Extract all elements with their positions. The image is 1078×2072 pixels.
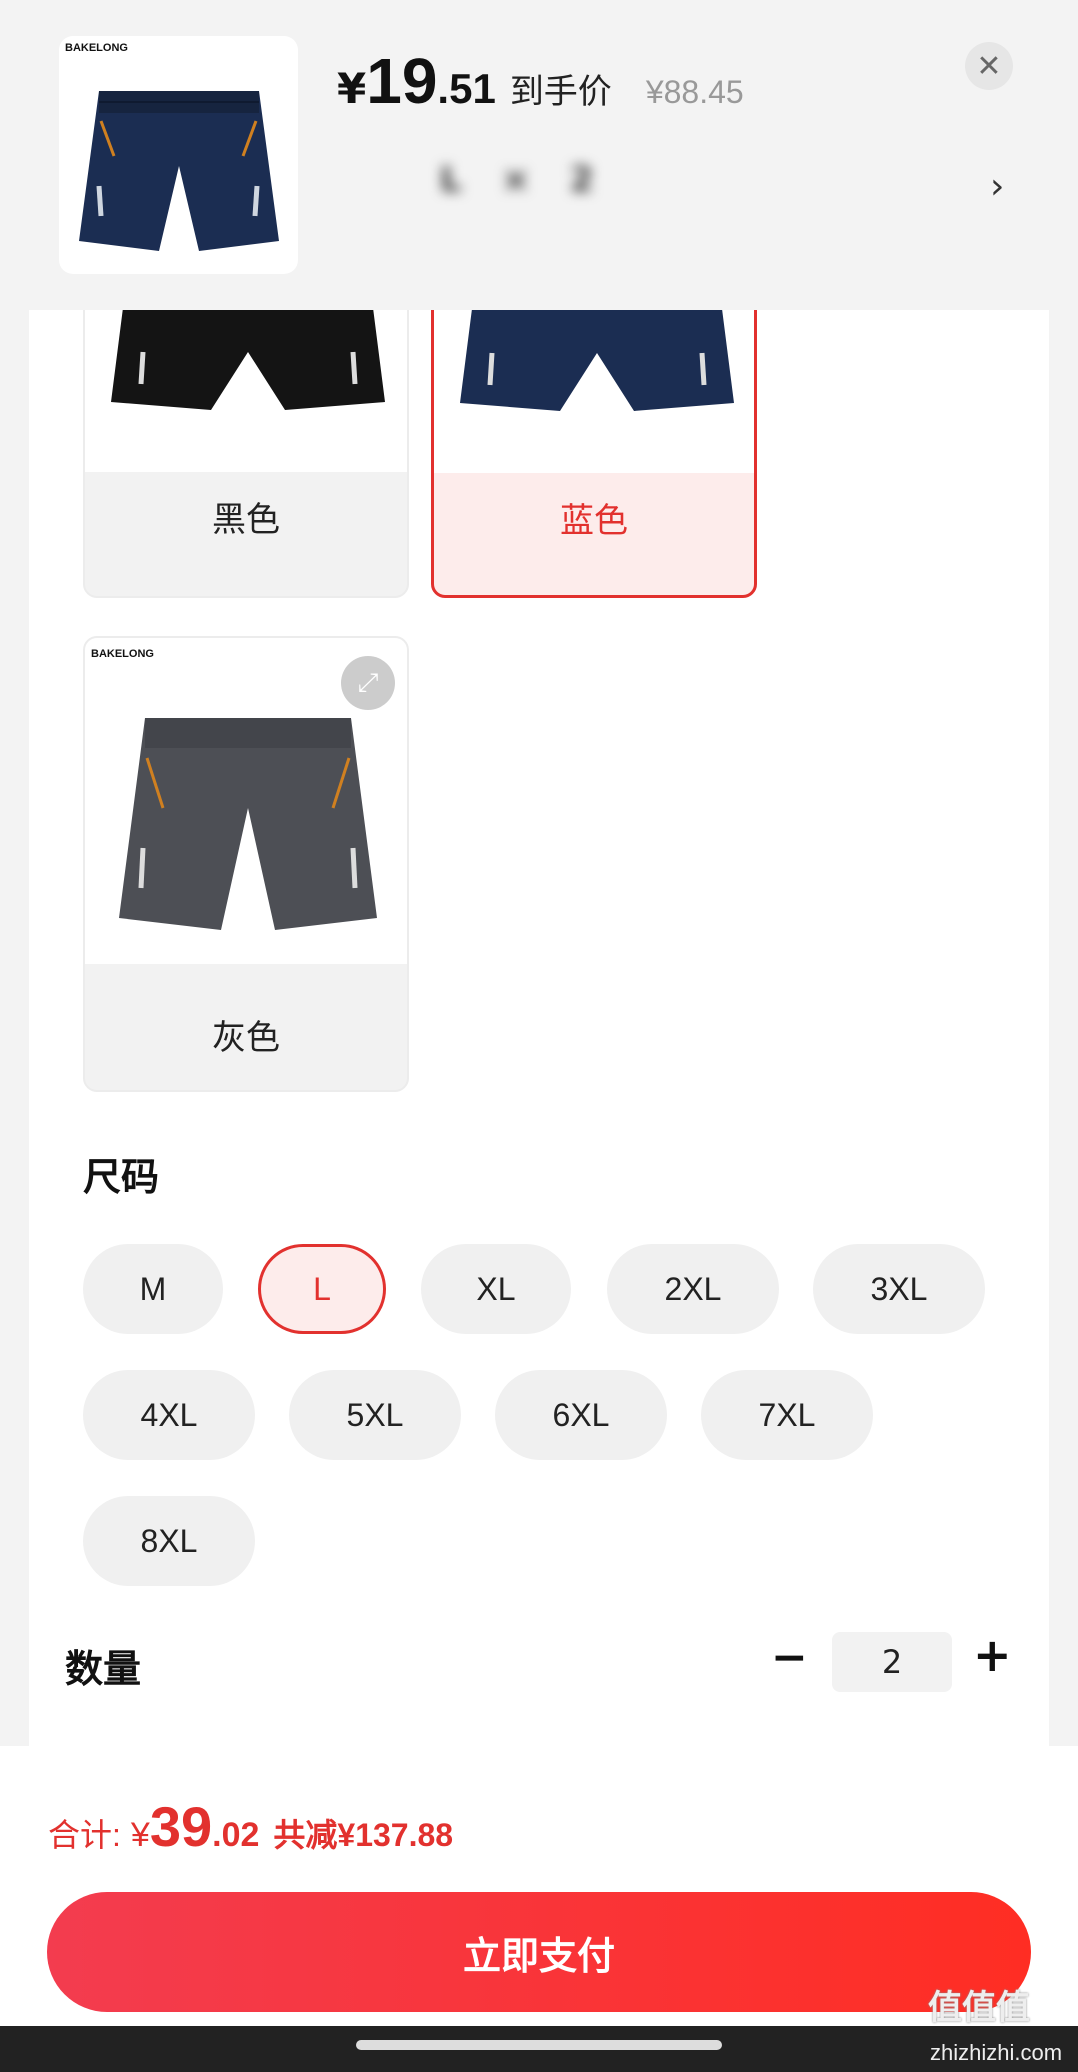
watermark: 值值值 bbox=[928, 1988, 1030, 2028]
product-thumbnail[interactable]: BAKELONG bbox=[59, 36, 298, 274]
price-integer: 19 bbox=[366, 45, 438, 117]
size-option-4xl[interactable]: 4XL bbox=[83, 1370, 255, 1460]
color-option-blue[interactable]: 蓝色 bbox=[431, 310, 757, 598]
color-option-image bbox=[85, 310, 407, 472]
size-section-title: 尺码 bbox=[83, 1155, 160, 1199]
original-price: ¥88.45 bbox=[645, 74, 744, 110]
color-option-image bbox=[434, 310, 754, 473]
quantity-title: 数量 bbox=[65, 1647, 142, 1691]
size-option-xl[interactable]: XL bbox=[421, 1244, 571, 1334]
total-currency: ¥ bbox=[130, 1816, 150, 1854]
price-row: ¥19.51 到手价 ¥88.45 bbox=[337, 44, 744, 124]
size-option-3xl[interactable]: 3XL bbox=[813, 1244, 985, 1334]
color-option-gray[interactable]: BAKELONG ⤢ 灰色 bbox=[83, 636, 409, 1092]
total-row: 合计: ¥39.02 共减¥137.88 bbox=[48, 1794, 453, 1859]
expand-icon[interactable]: ⤢ bbox=[341, 656, 395, 710]
price-decimal: .51 bbox=[437, 65, 496, 112]
selected-summary: L × 2 bbox=[440, 160, 608, 200]
size-option-2xl[interactable]: 2XL bbox=[607, 1244, 779, 1334]
color-option-label: 灰色 bbox=[212, 1018, 280, 1058]
product-header: BAKELONG ¥19.51 到手价 ¥88.45 L × 2 ✕ › bbox=[0, 0, 1078, 310]
color-option-label: 蓝色 bbox=[560, 501, 628, 541]
quantity-increment-button[interactable]: + bbox=[973, 1628, 1012, 1682]
total-decimal: .02 bbox=[212, 1816, 260, 1854]
brand-logo: BAKELONG bbox=[65, 42, 128, 54]
color-option-black[interactable]: 黑色 bbox=[83, 310, 409, 598]
size-option-7xl[interactable]: 7XL bbox=[701, 1370, 873, 1460]
total-savings: 共减¥137.88 bbox=[273, 1817, 454, 1853]
pay-now-button[interactable]: 立即支付 bbox=[47, 1892, 1031, 2012]
watermark-url: zhizhizhi.com bbox=[930, 2040, 1063, 2065]
quantity-decrement-button[interactable]: − bbox=[771, 1632, 808, 1683]
shorts-image bbox=[79, 91, 279, 251]
size-option-l[interactable]: L bbox=[258, 1244, 386, 1334]
home-indicator[interactable] bbox=[356, 2040, 722, 2050]
total-label: 合计: bbox=[48, 1817, 121, 1853]
size-option-6xl[interactable]: 6XL bbox=[495, 1370, 667, 1460]
price-currency: ¥ bbox=[337, 64, 367, 113]
size-option-5xl[interactable]: 5XL bbox=[289, 1370, 461, 1460]
quantity-input[interactable]: 2 bbox=[832, 1632, 952, 1692]
color-option-label: 黑色 bbox=[212, 500, 280, 540]
chevron-right-icon[interactable]: › bbox=[990, 166, 1004, 207]
close-icon[interactable]: ✕ bbox=[965, 42, 1013, 90]
checkout-footer: 合计: ¥39.02 共减¥137.88 立即支付 bbox=[0, 1746, 1078, 2072]
price-label: 到手价 bbox=[509, 72, 612, 112]
brand-logo: BAKELONG bbox=[91, 648, 154, 660]
size-option-8xl[interactable]: 8XL bbox=[83, 1496, 255, 1586]
sku-panel: 黑色 蓝色 BAKELONG ⤢ 灰色 尺码 M L XL 2XL 3XL 4X… bbox=[29, 310, 1049, 1746]
size-option-m[interactable]: M bbox=[83, 1244, 223, 1334]
total-integer: 39 bbox=[149, 1795, 213, 1858]
